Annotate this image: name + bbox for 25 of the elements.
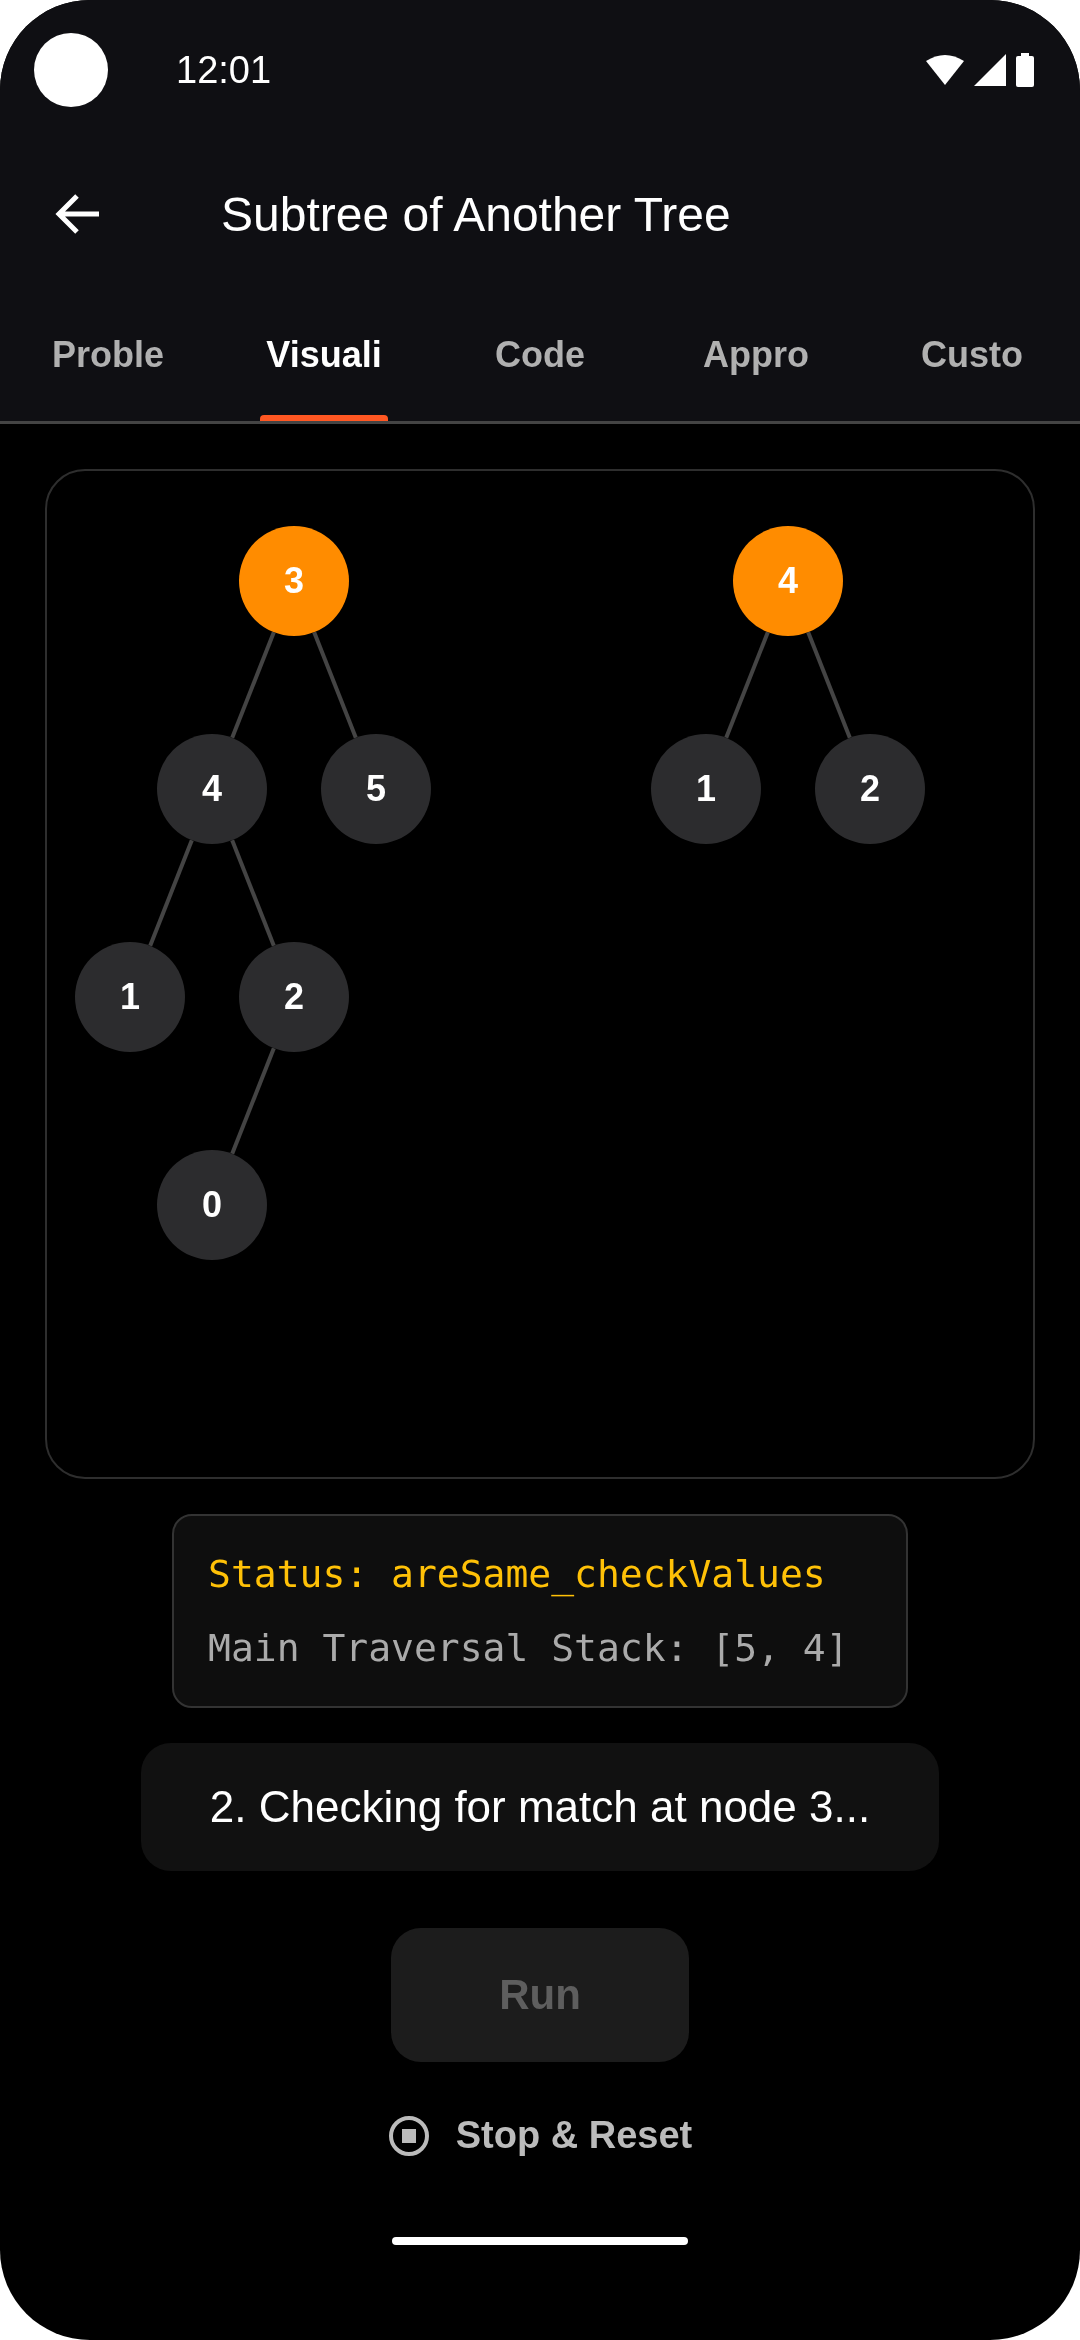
tab[interactable]: Appro [648, 288, 864, 421]
tree-node: 5 [321, 734, 431, 844]
status-text: Status: areSame_checkValues [208, 1552, 827, 1596]
wifi-icon [926, 55, 964, 85]
tab[interactable]: Code [432, 288, 648, 421]
back-arrow-icon[interactable] [55, 194, 101, 234]
stack-text: Main Traversal Stack: [5, 4] [208, 1626, 850, 1670]
tab[interactable]: Proble [0, 288, 216, 421]
battery-icon [1016, 53, 1034, 87]
tree-node: 1 [651, 734, 761, 844]
tree-node: 4 [157, 734, 267, 844]
stop-reset-button[interactable]: Stop & Reset [387, 2114, 693, 2157]
signal-icon [974, 54, 1006, 86]
tree-node: 3 [239, 526, 349, 636]
tree-node: 1 [75, 942, 185, 1052]
tree-node: 0 [157, 1150, 267, 1260]
tree-node: 2 [239, 942, 349, 1052]
tab[interactable]: Custo [864, 288, 1080, 421]
step-message: 2. Checking for match at node 3... [209, 1782, 871, 1832]
clock-time: 12:01 [176, 48, 273, 92]
stop-icon [387, 2114, 430, 2157]
screen-title: Subtree of Another Tree [221, 186, 731, 242]
tab[interactable]: Visuali [216, 288, 432, 421]
tree-node: 4 [733, 526, 843, 636]
tree-node: 2 [815, 734, 925, 844]
